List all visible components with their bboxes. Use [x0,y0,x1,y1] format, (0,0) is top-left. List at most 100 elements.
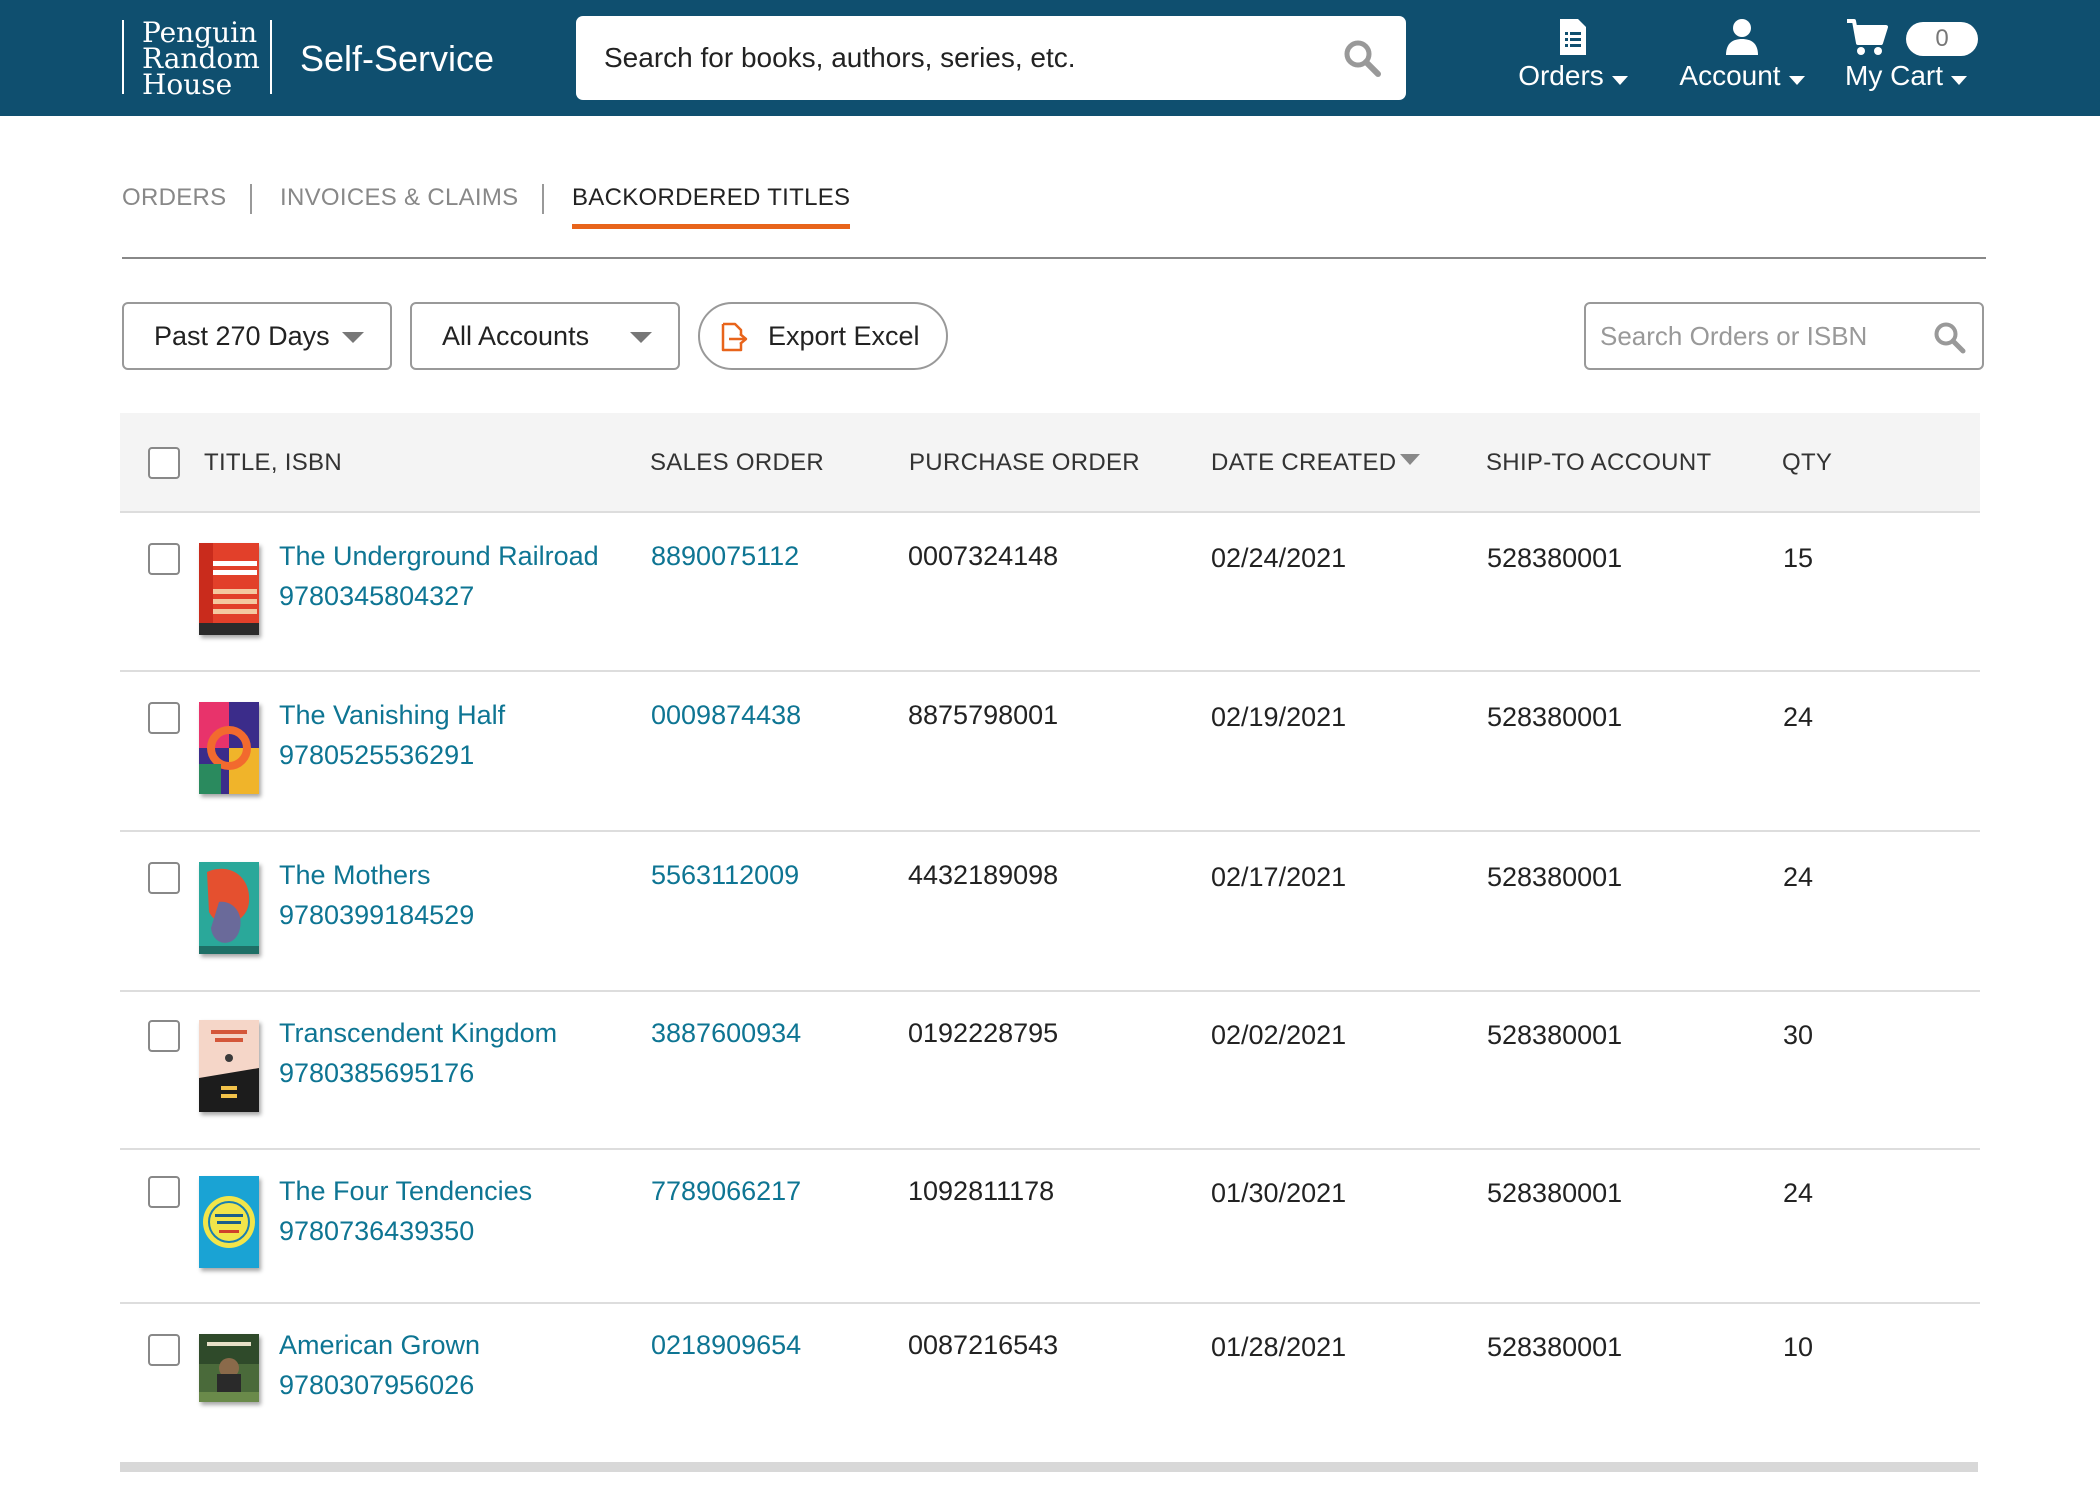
ship-to-account-value: 528380001 [1487,1020,1623,1050]
shopping-cart-icon [1847,19,1888,55]
ship-to-account-value: 528380001 [1487,1178,1623,1208]
chevron-down-icon [342,332,364,343]
brand-logo[interactable]: Penguin Random House [122,19,260,99]
book-cover-image[interactable] [199,543,259,635]
active-tab-indicator [572,224,851,229]
table-header: TITLE, ISBN SALES ORDER PURCHASE ORDER D… [120,413,1980,513]
qty-value: 10 [1783,1332,1814,1362]
row-checkbox[interactable] [148,1334,180,1366]
account-select[interactable]: All Accounts [410,302,680,370]
sales-order-link[interactable]: 0218909654 [651,1330,801,1361]
qty-value: 24 [1783,702,1814,732]
order-search-input[interactable] [1600,304,1920,368]
book-title-link[interactable]: Transcendent Kingdom [279,1018,557,1049]
book-title-link[interactable]: American Grown [279,1330,480,1361]
column-header-qty[interactable]: QTY [1782,413,1832,513]
column-header-date-created-label: DATE CREATED [1211,449,1397,476]
qty-value: 15 [1783,543,1814,573]
book-cover-art [199,543,259,635]
select-all-checkbox[interactable] [148,447,180,479]
book-cover-art [199,862,259,954]
date-created-value: 02/24/2021 [1211,543,1347,573]
user-icon [1726,19,1758,55]
logo-line-3: House [142,68,233,101]
book-isbn-link[interactable]: 9780345804327 [279,581,474,612]
search-icon[interactable] [1342,38,1382,78]
qty-value: 24 [1783,862,1814,892]
table-row: The Four Tendencies 9780736439350 778906… [120,1150,1980,1304]
table-row: The Vanishing Half 9780525536291 0009874… [120,672,1980,832]
global-search-input[interactable] [604,16,1304,100]
sales-order-link[interactable]: 5563112009 [651,860,799,891]
column-header-title[interactable]: TITLE, ISBN [204,413,342,513]
sort-descending-icon[interactable] [1400,454,1421,466]
row-checkbox[interactable] [148,1020,180,1052]
book-isbn-link[interactable]: 9780736439350 [279,1216,474,1247]
tab-invoices-claims[interactable]: INVOICES & CLAIMS [280,184,519,212]
chevron-down-icon [1611,76,1628,86]
book-cover-art [199,1176,259,1268]
book-title-link[interactable]: The Four Tendencies [279,1176,532,1207]
tab-divider [250,184,252,214]
ship-to-account-value: 528380001 [1487,543,1623,573]
book-title-link[interactable]: The Vanishing Half [279,700,505,731]
purchase-order-value: 4432189098 [908,860,1059,890]
sales-order-link[interactable]: 7789066217 [651,1176,801,1207]
table-row: Transcendent Kingdom 9780385695176 38876… [120,992,1980,1150]
date-range-select[interactable]: Past 270 Days [122,302,392,370]
tab-orders[interactable]: ORDERS [122,184,226,212]
row-checkbox[interactable] [148,702,180,734]
tab-divider [542,184,544,214]
search-icon[interactable] [1932,320,1966,354]
row-checkbox[interactable] [148,1176,180,1208]
sales-order-link[interactable]: 8890075112 [651,541,799,572]
book-title-link[interactable]: The Underground Railroad [279,541,599,572]
purchase-order-value: 8875798001 [908,700,1059,730]
app-title: Self-Service [300,38,495,79]
orders-menu[interactable]: Orders [1488,18,1658,98]
order-search [1584,302,1984,370]
book-cover-image[interactable] [199,1176,259,1268]
book-title-link[interactable]: The Mothers [279,860,431,891]
ship-to-account-value: 528380001 [1487,862,1623,892]
tabs-divider-line [122,257,1986,259]
date-created-value: 02/17/2021 [1211,862,1347,892]
column-header-date-created[interactable]: DATE CREATED [1211,413,1421,513]
date-created-value: 01/30/2021 [1211,1178,1347,1208]
book-isbn-link[interactable]: 9780525536291 [279,740,474,771]
book-isbn-link[interactable]: 9780385695176 [279,1058,474,1089]
export-excel-button[interactable]: Export Excel [698,302,948,370]
book-cover-art [199,702,259,794]
table-row: The Underground Railroad 9780345804327 8… [120,513,1980,672]
column-header-purchase-order[interactable]: PURCHASE ORDER [909,413,1140,513]
sales-order-link[interactable]: 0009874438 [651,700,801,731]
book-cover-image[interactable] [199,1020,259,1112]
date-created-value: 01/28/2021 [1211,1332,1347,1362]
book-cover-image[interactable] [199,702,259,794]
row-checkbox[interactable] [148,862,180,894]
chevron-down-icon [1951,76,1967,86]
book-cover-art [199,1334,259,1402]
purchase-order-value: 0192228795 [908,1018,1059,1048]
account-menu[interactable]: Account [1652,18,1832,98]
ship-to-account-value: 528380001 [1487,702,1623,732]
account-select-value: All Accounts [442,321,590,351]
column-header-ship-to-account[interactable]: SHIP-TO ACCOUNT [1486,413,1711,513]
book-cover-art [199,1020,259,1112]
row-checkbox[interactable] [148,543,180,575]
horizontal-scrollbar[interactable] [120,1462,1978,1472]
column-header-sales-order[interactable]: SALES ORDER [650,413,824,513]
book-isbn-link[interactable]: 9780307956026 [279,1370,474,1401]
book-isbn-link[interactable]: 9780399184529 [279,900,474,931]
qty-value: 30 [1783,1020,1814,1050]
book-cover-image[interactable] [199,862,259,954]
table-row: American Grown 9780307956026 0218909654 … [120,1304,1980,1454]
cart-menu[interactable]: 0 My Cart [1836,18,1978,98]
tab-backordered-titles[interactable]: BACKORDERED TITLES [572,184,851,229]
book-cover-image[interactable] [199,1334,259,1402]
global-search [576,16,1406,100]
file-export-icon [721,322,748,352]
sales-order-link[interactable]: 3887600934 [651,1018,801,1049]
chevron-down-icon [1788,76,1805,86]
account-menu-label: Account [1679,60,1781,91]
